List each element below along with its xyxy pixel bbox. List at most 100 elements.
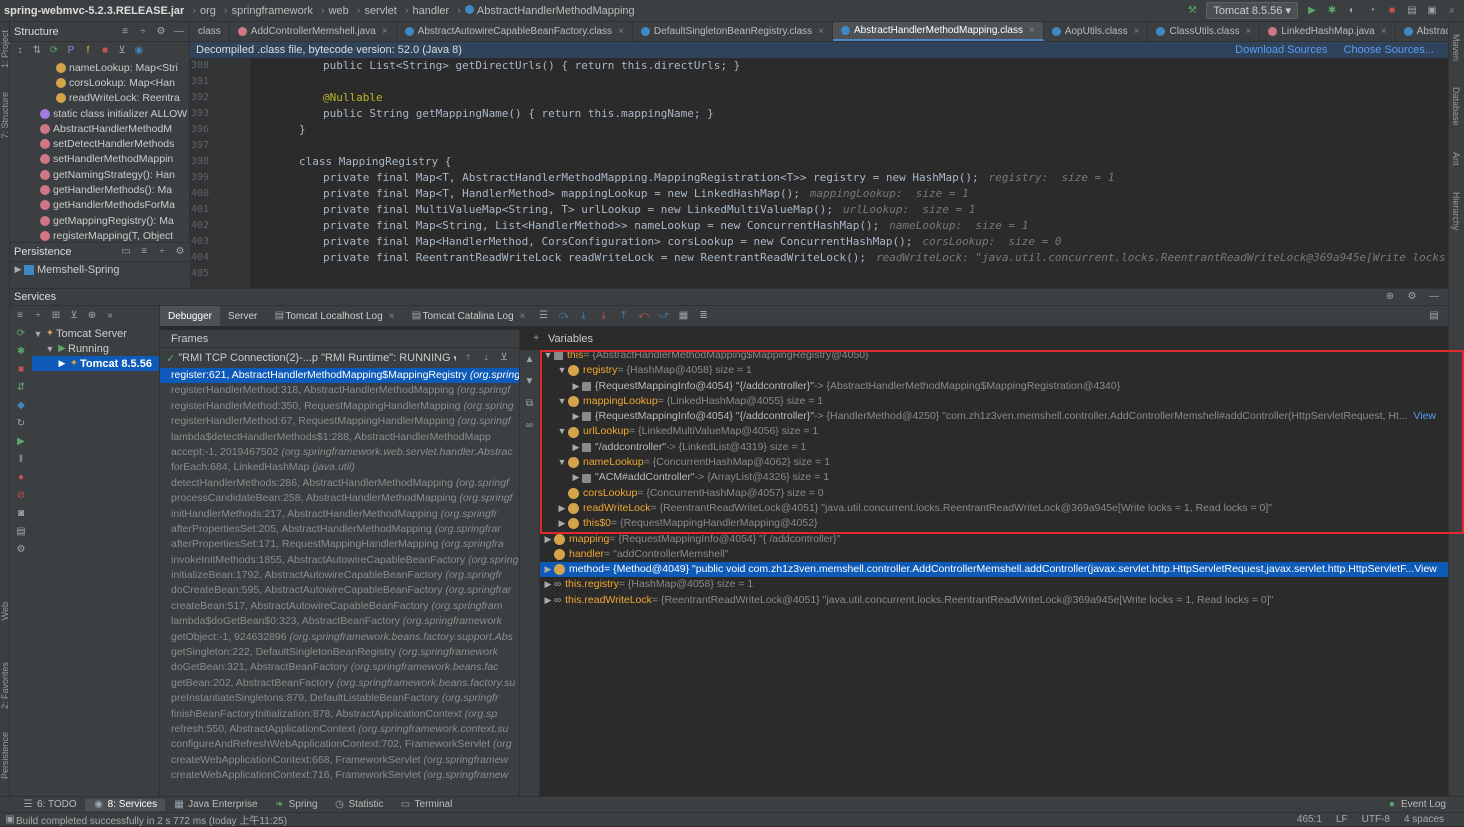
structure-item[interactable]: getMappingRegistry(): Ma — [10, 213, 189, 228]
editor-tab[interactable]: AbstractBeanFactory.class× — [1396, 22, 1448, 41]
tab-services[interactable]: ◉ 8: Services — [84, 798, 166, 811]
tab-spring[interactable]: ❧ Spring — [266, 799, 326, 811]
close-tab-icon[interactable]: × — [618, 26, 624, 37]
non-public-icon[interactable]: ■ — [99, 45, 111, 57]
stack-frame[interactable]: accept:-1, 2019467502 (org.springframewo… — [160, 445, 519, 460]
variable-row[interactable]: ▶ ∞ this.readWriteLock = {ReentrantReadWri… — [540, 593, 1448, 608]
stack-frame[interactable]: afterPropertiesSet:205, AbstractHandlerM… — [160, 522, 519, 537]
evaluate-icon[interactable]: ▦ — [678, 310, 690, 322]
stack-frame[interactable]: createBean:517, AbstractAutowireCapableB… — [160, 599, 519, 614]
down-arrow-icon[interactable]: ↓ — [480, 352, 492, 364]
refresh-icon[interactable]: ↻ — [15, 418, 27, 430]
drop-frame-icon[interactable]: ⤺ — [638, 310, 650, 322]
up-arrow-icon[interactable]: ↑ — [462, 352, 474, 364]
collapse-all-icon[interactable]: ÷ — [32, 310, 44, 322]
choose-sources-link[interactable]: Choose Sources... — [1344, 44, 1435, 56]
indent-setting[interactable]: 4 spaces — [1404, 814, 1444, 825]
copy-icon[interactable]: ⧉ — [524, 398, 536, 410]
close-icon[interactable]: × — [520, 311, 526, 322]
menu-icon[interactable]: ☰ — [538, 310, 550, 322]
structure-item[interactable]: getHandlerMethodsForMa — [10, 198, 189, 213]
close-tab-icon[interactable]: × — [818, 26, 824, 37]
persistence-tool-label[interactable]: Persistence — [0, 732, 10, 779]
tree-tomcat-server[interactable]: ▼ ✦ Tomcat Server — [32, 326, 159, 341]
close-tab-icon[interactable]: × — [1134, 26, 1140, 37]
minimize-icon[interactable]: — — [173, 26, 185, 38]
filter-icon[interactable]: ⊻ — [498, 352, 510, 364]
stack-frame[interactable]: initializeBean:1792, AbstractAutowireCap… — [160, 568, 519, 583]
expand-all-icon[interactable]: ≡ — [14, 310, 26, 322]
stack-frame[interactable]: getSingleton:222, DefaultSingletonBeanRe… — [160, 645, 519, 660]
gear-icon[interactable]: ⚙ — [174, 246, 186, 258]
expand-arrow-icon[interactable]: ▶ — [542, 593, 554, 608]
variable-row[interactable]: ▶ method = {Method@4049} "public void com… — [540, 562, 1448, 578]
stack-frame[interactable]: initHandlerMethods:217, AbstractHandlerM… — [160, 507, 519, 522]
gear-icon[interactable]: ⚙ — [1406, 291, 1418, 303]
structure-item[interactable]: getHandlerMethods(): Ma — [10, 182, 189, 197]
database-tool-label[interactable]: Database — [1451, 87, 1461, 126]
breadcrumb-web[interactable]: web — [329, 5, 349, 17]
structure-item[interactable]: AbstractHandlerMethodM — [10, 121, 189, 136]
globe-icon[interactable]: ⊕ — [1384, 291, 1396, 303]
trace-icon[interactable]: ≣ — [698, 310, 710, 322]
breadcrumb-jar[interactable]: spring-webmvc-5.2.3.RELEASE.jar — [4, 5, 184, 17]
refresh-icon[interactable]: ⟳ — [48, 45, 60, 57]
structure-item[interactable]: corsLookup: Map<Han — [10, 75, 189, 90]
step-into-icon[interactable]: ⤓ — [578, 310, 590, 322]
expand-icon[interactable]: ≡ — [138, 246, 150, 258]
event-log-button[interactable]: ● Event Log — [1378, 799, 1454, 811]
minimize-icon[interactable]: — — [1428, 291, 1440, 303]
mute-breakpoints-icon[interactable]: ⊘ — [15, 490, 27, 502]
stop-icon[interactable]: ■ — [1386, 5, 1398, 17]
stack-frame[interactable]: processCandidateBean:258, AbstractHandle… — [160, 491, 519, 506]
variable-row[interactable]: handler = "addControllerMemshell" — [540, 547, 1448, 562]
tab-localhost-log[interactable]: ▤ Tomcat Localhost Log × — [265, 306, 402, 326]
breadcrumb-class[interactable]: AbstractHandlerMethodMapping — [464, 4, 635, 17]
download-sources-link[interactable]: Download Sources — [1235, 44, 1327, 56]
close-tab-icon[interactable]: × — [1029, 25, 1035, 36]
restore-layout-icon[interactable]: ▤ — [1428, 310, 1440, 322]
rerun-icon[interactable]: ⟳ — [15, 328, 27, 340]
sort-visibility-icon[interactable]: ⇅ — [31, 45, 43, 57]
fields-icon[interactable]: f — [82, 45, 94, 57]
stack-frame[interactable]: configureAndRefreshWebApplicationContext… — [160, 737, 519, 752]
console-icon[interactable]: ▭ — [120, 246, 132, 258]
gear-icon[interactable]: ⚙ — [155, 26, 167, 38]
stack-frame[interactable]: getBean:202, AbstractBeanFactory (org.sp… — [160, 676, 519, 691]
group-icon[interactable]: ⊞ — [50, 310, 62, 322]
editor-tab[interactable]: AddControllerMemshell.java × — [230, 22, 397, 41]
tab-server[interactable]: Server — [220, 306, 265, 326]
expand-arrow-icon[interactable]: ▼ — [32, 329, 44, 339]
variable-row[interactable]: ▶ ∞ this.registry = {HashMap@4058} size = … — [540, 577, 1448, 592]
editor-tab[interactable]: AbstractAutowireCapableBeanFactory.class… — [397, 22, 633, 41]
hammer-icon[interactable]: ⚒ — [1186, 5, 1198, 17]
structure-item[interactable]: getNamingStrategy(): Han — [10, 167, 189, 182]
filter-icon[interactable]: ⊻ — [68, 310, 80, 322]
structure-item[interactable]: static class initializer ALLOW — [10, 106, 189, 121]
run-icon[interactable]: ▶ — [1306, 5, 1318, 17]
expand-arrow-icon[interactable]: ▼ — [44, 344, 56, 354]
watch-icon[interactable]: ∞ — [524, 420, 536, 432]
tab-java-enterprise[interactable]: ▦ Java Enterprise — [165, 799, 265, 811]
stack-frame[interactable]: detectHandlerMethods:286, AbstractHandle… — [160, 476, 519, 491]
cursor-position[interactable]: 465:1 — [1297, 814, 1322, 825]
tab-terminal[interactable]: ▭ Terminal — [392, 799, 461, 811]
pause-icon[interactable]: ‖ — [15, 454, 27, 466]
structure-item[interactable]: readWriteLock: Reentra — [10, 91, 189, 106]
editor-tab[interactable]: DefaultSingletonBeanRegistry.class × — [633, 22, 833, 41]
run-config-select[interactable]: Tomcat 8.5.56 ▾ — [1206, 2, 1298, 19]
expand-arrow-icon[interactable]: ▶ — [56, 358, 68, 369]
settings-icon[interactable]: ⚙ — [15, 544, 27, 556]
stack-frame[interactable]: doGetBean:321, AbstractBeanFactory (org.… — [160, 660, 519, 675]
maven-tool-label[interactable]: Maven — [1451, 34, 1461, 61]
close-tab-icon[interactable]: × — [1381, 26, 1387, 37]
stack-frame[interactable]: afterPropertiesSet:171, RequestMappingHa… — [160, 537, 519, 552]
run-to-cursor-icon[interactable]: ⤻ — [658, 310, 670, 322]
update-icon[interactable]: ⇵ — [15, 382, 27, 394]
stack-frame[interactable]: doCreateBean:595, AbstractAutowireCapabl… — [160, 583, 519, 598]
layout-icon[interactable]: ▣ — [1426, 5, 1438, 17]
tab-statistic[interactable]: ◷ Statistic — [326, 799, 392, 811]
stack-frame[interactable]: createWebApplicationContext:716, Framewo… — [160, 768, 519, 783]
stack-frame[interactable]: refresh:550, AbstractApplicationContext … — [160, 722, 519, 737]
stack-frame[interactable]: invokeInitMethods:1855, AbstractAutowire… — [160, 553, 519, 568]
